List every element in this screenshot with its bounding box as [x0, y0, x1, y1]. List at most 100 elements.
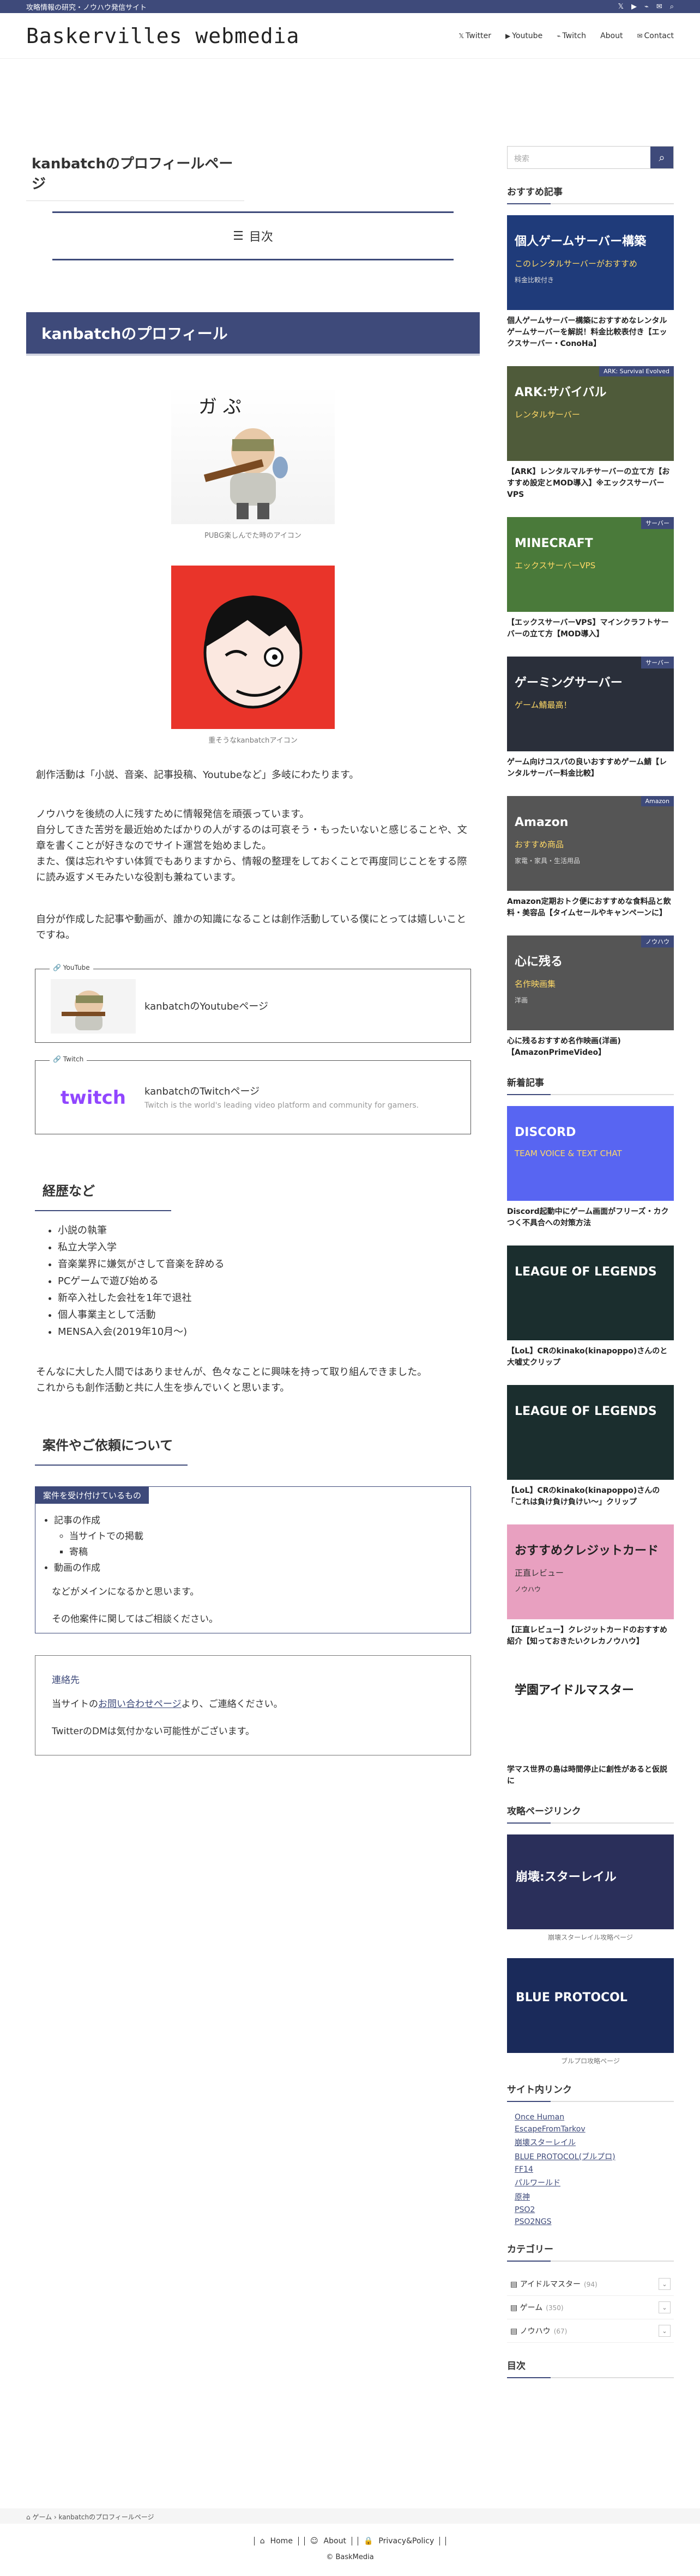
site-links-widget: サイト内リンク Once Human EscapeFromTarkov 崩壊スターレ…: [507, 2082, 674, 2226]
guide-link[interactable]: BLUE PROTOCOL ブルプロ攻略ページ: [507, 1958, 674, 2065]
youtube-link-card[interactable]: 🔗 YouTube kanbatchのYoutubeページ: [35, 964, 471, 1043]
nav-contact[interactable]: ✉ Contact: [637, 32, 674, 40]
banner-text: 崩壊:スターレイル: [516, 1870, 617, 1884]
contact-text: 当サイトのお問い合わせページより、ご連絡ください。: [52, 1699, 283, 1710]
kanbatch-avatar-image: [171, 566, 335, 729]
list-item: MENSA入会(2019年10月〜): [58, 1323, 224, 1340]
sidebar-post[interactable]: ARK:サバイバル レンタルサーバー ARK: Survival Evolved 【A…: [507, 366, 674, 501]
site-link[interactable]: Once Human: [515, 2113, 674, 2122]
thumbnail-text: 個人ゲームサーバー構築: [515, 235, 647, 248]
sidebar-post[interactable]: 学園アイドルマスター 学マス世界の島は時間停止に創性があると仮説に: [507, 1664, 674, 1787]
category-item[interactable]: ▤ アイドルマスター (94) ⌄: [507, 2273, 674, 2296]
post-title: 学マス世界の島は時間停止に創性があると仮説に: [507, 1765, 667, 1785]
list-item: 音楽業界に嫌気がさして音楽を辞める: [58, 1256, 224, 1273]
thumbnail-text: Amazon: [515, 816, 569, 829]
sidebar-post[interactable]: おすすめクレジットカード 正直レビュー ノウハウ 【正直レビュー】クレジットカードのお…: [507, 1524, 674, 1648]
global-nav: 𝕏 Twitter ▶ Youtube ⌁ Twitch About ✉ Contact: [458, 32, 674, 40]
contact-box: 連絡先 当サイトのお問い合わせページより、ご連絡ください。 TwitterのDM…: [35, 1655, 471, 1755]
twitch-thumbnail: twitch: [51, 1071, 136, 1125]
sidebar-post[interactable]: LEAGUE OF LEGENDS 【LoL】CRのkinako(kinapopp…: [507, 1385, 674, 1508]
site-link[interactable]: パルワールド: [515, 2177, 674, 2188]
site-link[interactable]: 崩壊スターレイル: [515, 2137, 674, 2148]
intro-text: 創作活動は「小説、音楽、記事投稿、Youtubeなど」多岐にわたります。: [36, 769, 359, 781]
sidebar-post[interactable]: DISCORD TEAM VOICE & TEXT CHAT Discord起動中に…: [507, 1106, 674, 1229]
category-count: (67): [553, 2328, 568, 2335]
youtube-icon: ▶: [505, 32, 511, 40]
site-link[interactable]: BLUE PROTOCOL(ブルプロ): [515, 2151, 674, 2162]
footer-link-privacy[interactable]: 🔒 Privacy&Policy: [358, 2537, 446, 2545]
sidebar-post[interactable]: LEAGUE OF LEGENDS 【LoL】CRのkinako(kinapopp…: [507, 1246, 674, 1369]
thumbnail-subtext: 洋画: [515, 997, 528, 1004]
category-count: (350): [546, 2304, 564, 2312]
card-tag: 🔗 YouTube: [50, 964, 93, 971]
list-item: 当サイトでの掲載: [69, 1529, 143, 1545]
chevron-down-icon[interactable]: ⌄: [659, 2301, 671, 2313]
post-thumbnail: MINECRAFT エックスサーバーVPS サーバー: [507, 517, 674, 612]
twitch-link-card[interactable]: 🔗 Twitch twitch kanbatchのTwitchページ Twitc…: [35, 1055, 471, 1134]
post-thumbnail: ゲーミングサーバー ゲーム鯖最高！ サーバー: [507, 657, 674, 751]
guide-banner: BLUE PROTOCOL: [507, 1958, 674, 2053]
toc-box[interactable]: ☰ 目次: [52, 211, 454, 260]
nav-twitch[interactable]: ⌁ Twitch: [557, 32, 586, 40]
page-title: kanbatchのプロフィールページ: [26, 153, 244, 201]
mail-icon[interactable]: ✉: [656, 3, 662, 11]
search-button[interactable]: ⌕: [650, 147, 673, 168]
site-link[interactable]: FF14: [515, 2165, 674, 2174]
toc-label: 目次: [249, 230, 273, 244]
toc-widget: 目次: [507, 2358, 674, 2378]
category-item[interactable]: ▤ ゲーム (350) ⌄: [507, 2296, 674, 2319]
request-list: 記事の作成 当サイトでの掲載 寄稿 動画の作成: [54, 1513, 143, 1576]
chevron-down-icon[interactable]: ⌄: [659, 2278, 671, 2290]
search-input[interactable]: 検索: [508, 147, 650, 168]
request-text: その他案件に関してはご相談ください。: [52, 1614, 219, 1625]
nav-youtube[interactable]: ▶ Youtube: [505, 32, 542, 40]
footer-link-about[interactable]: ☺ About: [305, 2537, 358, 2545]
site-link[interactable]: PSO2NGS: [515, 2217, 674, 2226]
x-icon[interactable]: 𝕏: [618, 3, 624, 11]
site-logo[interactable]: Baskervilles webmedia: [26, 24, 299, 48]
thumbnail-subtext: ゲーム鯖最高！: [515, 700, 572, 710]
post-title: 【LoL】CRのkinako(kinapoppo)さんの「これは負け負け負けい〜…: [507, 1486, 660, 1506]
top-social-icons: 𝕏 ▶ ⌁ ✉ ⌕: [618, 3, 674, 11]
footer-nav: ⌂ Home ☺ About 🔒 Privacy&Policy: [254, 2537, 446, 2545]
nav-about[interactable]: About: [600, 32, 623, 40]
breadcrumb-home[interactable]: ゲーム: [32, 2513, 52, 2521]
post-title: 個人ゲームサーバー構築におすすめなレンタルゲームサーバーを解説！料金比較表付き【…: [507, 317, 667, 348]
category-badge: サーバー: [641, 657, 674, 669]
category-item[interactable]: ▤ ノウハウ (67) ⌄: [507, 2319, 674, 2343]
figure-caption: PUBG楽しんでた時のアイコン: [204, 532, 301, 540]
folder-icon: ▤: [510, 2304, 520, 2312]
category-badge: ノウハウ: [641, 935, 674, 947]
contact-page-link[interactable]: お問い合わせページ: [98, 1699, 182, 1710]
sidebar-post[interactable]: 心に残る 名作映画集 洋画 ノウハウ 心に残るおすすめ名作映画(洋画)【AmazonPr…: [507, 935, 674, 1059]
sidebar-post[interactable]: ゲーミングサーバー ゲーム鯖最高！ サーバー ゲーム向けコスパの良いおすすめゲーム鯖【…: [507, 657, 674, 780]
guide-link[interactable]: 崩壊:スターレイル崩壊スターレイル攻略ページ: [507, 1834, 674, 1942]
nav-twitter[interactable]: 𝕏 Twitter: [458, 32, 491, 40]
thumbnail-text: LEAGUE OF LEGENDS: [515, 1405, 657, 1418]
chevron-down-icon[interactable]: ⌄: [659, 2325, 671, 2337]
closing-text: 自分が作成した記事や動画が、誰かの知識になることは創作活動している僕にとっては嬉…: [36, 914, 467, 941]
category-label: ▤ アイドルマスター (94): [510, 2279, 598, 2289]
sidebar-post[interactable]: 個人ゲームサーバー構築 このレンタルサーバーがおすすめ 料金比較付き 個人ゲームサーバ…: [507, 215, 674, 350]
sidebar-post[interactable]: MINECRAFT エックスサーバーVPS サーバー 【エックスサーバーVPS】マイン…: [507, 517, 674, 640]
pubg-avatar-image: ガ ぷ: [171, 386, 335, 524]
recommend-widget: おすすめ記事 個人ゲームサーバー構築 このレンタルサーバーがおすすめ 料金比較付き個…: [507, 184, 674, 1059]
card-title: kanbatchのYoutubeページ: [144, 1001, 268, 1012]
youtube-icon[interactable]: ▶: [631, 3, 637, 11]
site-link[interactable]: EscapeFromTarkov: [515, 2125, 674, 2134]
twitch-icon[interactable]: ⌁: [644, 3, 649, 11]
site-link[interactable]: PSO2: [515, 2206, 674, 2214]
mail-icon: ✉: [637, 32, 643, 40]
widget-title: 目次: [507, 2358, 674, 2378]
footer-link-home[interactable]: ⌂ Home: [255, 2537, 305, 2545]
post-thumbnail: おすすめクレジットカード 正直レビュー ノウハウ: [507, 1524, 674, 1619]
youtube-thumbnail: [51, 979, 136, 1034]
guide-caption: 崩壊スターレイル攻略ページ: [548, 1934, 633, 1941]
search-icon[interactable]: ⌕: [670, 3, 674, 11]
history-list: 小説の執筆 私立大学入学 音楽業界に嫌気がさして音楽を辞める PCゲームで遊び始…: [47, 1222, 224, 1340]
copyright: © BaskMedia: [326, 2553, 374, 2561]
site-link[interactable]: 原神: [515, 2191, 674, 2202]
figure-pubg-icon: ガ ぷ PUBG楽しんでた時のアイコン: [171, 386, 335, 540]
sidebar-post[interactable]: Amazon おすすめ商品 家電・家具・生活用品 Amazon Amazon定期おトク便…: [507, 796, 674, 919]
category-name: ゲーム: [520, 2304, 543, 2312]
